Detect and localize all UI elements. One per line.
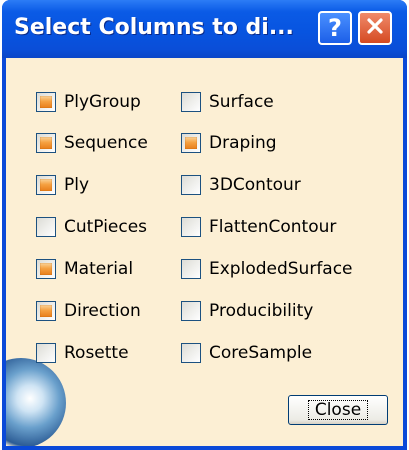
help-button[interactable]: ?	[318, 11, 352, 45]
checkbox-cutpieces[interactable]: CutPieces	[36, 212, 147, 242]
checkbox-box[interactable]	[36, 217, 56, 237]
checkbox-label: Direction	[64, 301, 141, 321]
checkbox-label: 3DContour	[209, 175, 301, 195]
checkbox-label: Draping	[209, 133, 277, 153]
checkbox-label: CoreSample	[209, 343, 313, 363]
checkbox-box[interactable]	[36, 133, 56, 153]
background-logo	[6, 358, 66, 446]
checkbox-sequence[interactable]: Sequence	[36, 128, 148, 158]
checkbox-box[interactable]	[36, 259, 56, 279]
checkbox-explodedsurface[interactable]: ExplodedSurface	[181, 254, 353, 284]
checkbox-rosette[interactable]: Rosette	[36, 338, 129, 368]
checkbox-box[interactable]	[181, 343, 201, 363]
checkbox-box[interactable]	[36, 175, 56, 195]
help-icon: ?	[328, 14, 342, 42]
checkbox-label: ExplodedSurface	[209, 259, 353, 279]
checkbox-label: Ply	[64, 175, 90, 195]
window-close-button[interactable]	[358, 11, 392, 45]
checkbox-box[interactable]	[181, 175, 201, 195]
checkbox-label: Producibility	[209, 301, 314, 321]
window-title: Select Columns to di...	[14, 15, 294, 40]
checkbox-label: FlattenContour	[209, 217, 337, 237]
dialog-window: Select Columns to di... ? PlyGroup Seque…	[2, 0, 407, 450]
close-button-label: Close	[307, 400, 369, 420]
checkbox-coresample[interactable]: CoreSample	[181, 338, 312, 368]
checkbox-ply[interactable]: Ply	[36, 170, 89, 200]
checkbox-box[interactable]	[181, 92, 201, 112]
checkbox-box[interactable]	[181, 133, 201, 153]
checkbox-label: CutPieces	[64, 217, 148, 237]
checkbox-box[interactable]	[181, 217, 201, 237]
checkbox-surface[interactable]: Surface	[181, 87, 274, 117]
checkbox-label: Rosette	[64, 343, 129, 363]
checkbox-label: PlyGroup	[64, 92, 141, 112]
checkbox-plygroup[interactable]: PlyGroup	[36, 87, 141, 117]
dialog-body: PlyGroup Sequence Ply CutPieces Material…	[6, 58, 403, 446]
checkbox-material[interactable]: Material	[36, 254, 133, 284]
checkbox-label: Material	[64, 259, 134, 279]
checkbox-flattencontour[interactable]: FlattenContour	[181, 212, 336, 242]
checkbox-label: Surface	[209, 92, 274, 112]
checkbox-producibility[interactable]: Producibility	[181, 296, 313, 326]
checkbox-box[interactable]	[36, 301, 56, 321]
title-bar[interactable]: Select Columns to di... ?	[2, 0, 407, 58]
checkbox-direction[interactable]: Direction	[36, 296, 141, 326]
checkbox-box[interactable]	[181, 301, 201, 321]
checkbox-box[interactable]	[36, 343, 56, 363]
checkbox-draping[interactable]: Draping	[181, 128, 277, 158]
checkbox-box[interactable]	[181, 259, 201, 279]
checkbox-3dcontour[interactable]: 3DContour	[181, 170, 301, 200]
close-icon	[365, 16, 385, 40]
checkbox-box[interactable]	[36, 92, 56, 112]
close-button[interactable]: Close	[288, 395, 388, 425]
checkbox-label: Sequence	[64, 133, 148, 153]
